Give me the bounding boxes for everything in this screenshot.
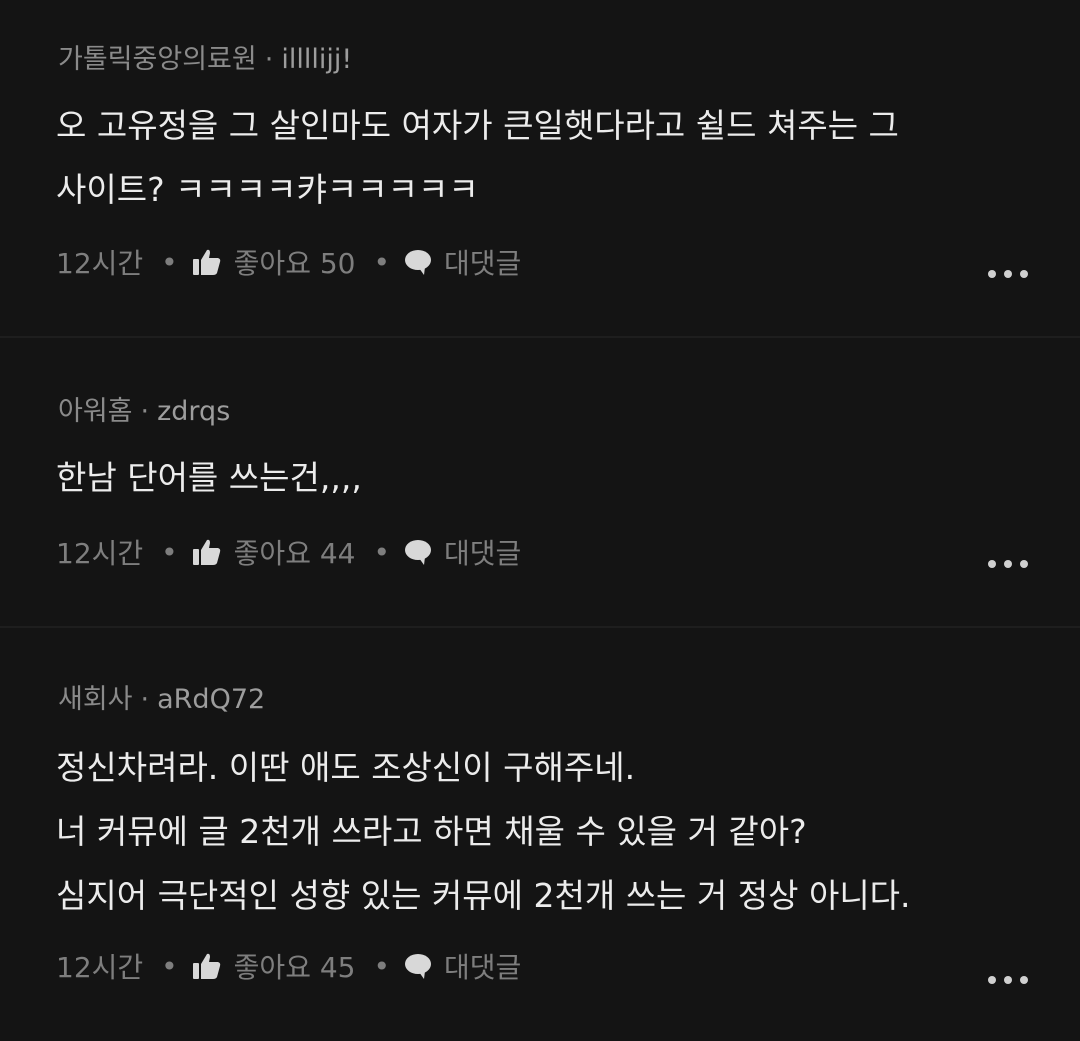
more-dots-icon[interactable]	[988, 974, 1028, 986]
comment-meta: 아워홈 · zdrqs	[58, 394, 230, 430]
speech-bubble-icon[interactable]	[404, 538, 432, 566]
meta-separator: ·	[140, 684, 150, 715]
like-count[interactable]: 좋아요 45	[234, 946, 356, 986]
more-dots-icon[interactable]	[988, 558, 1028, 570]
timestamp: 12시간	[56, 537, 144, 570]
timestamp: 12시간	[56, 951, 144, 984]
username[interactable]: illllijj!	[281, 44, 352, 75]
username[interactable]: zdrqs	[157, 396, 230, 427]
community-name[interactable]: 아워홈	[58, 396, 133, 427]
comment-item: 가톨릭중앙의료원 · illllijj! 오 고유정을 그 살인마도 여자가 큰일햇…	[0, 0, 1080, 336]
action-separator: •	[161, 949, 178, 983]
comment-actions: 12시간 • 좋아요 44 • 대댓글	[56, 532, 521, 572]
meta-separator: ·	[140, 396, 150, 427]
action-separator: •	[161, 245, 178, 279]
username[interactable]: aRdQ72	[157, 684, 265, 715]
comment-item: 아워홈 · zdrqs 한남 단어를 쓰는건,,,, 12시간 • 좋아요 44 •…	[0, 338, 1080, 626]
comment-item: 새회사 · aRdQ72 정신차려라. 이딴 애도 조상신이 구해주네. 너 커뮤에…	[0, 628, 1080, 1041]
comment-meta: 가톨릭중앙의료원 · illllijj!	[58, 42, 352, 78]
speech-bubble-icon[interactable]	[404, 248, 432, 276]
comment-meta: 새회사 · aRdQ72	[58, 682, 265, 718]
thumbs-up-icon[interactable]	[192, 952, 222, 980]
action-separator: •	[373, 535, 390, 569]
comment-text: 오 고유정을 그 살인마도 여자가 큰일햇다라고 쉴드 쳐주는 그 사이트? ㅋ…	[56, 106, 899, 209]
community-name[interactable]: 가톨릭중앙의료원	[58, 44, 257, 75]
action-separator: •	[161, 535, 178, 569]
like-count[interactable]: 좋아요 44	[234, 532, 356, 572]
action-separator: •	[373, 245, 390, 279]
more-dots-icon[interactable]	[988, 268, 1028, 280]
reply-button[interactable]: 대댓글	[444, 946, 521, 986]
action-separator: •	[373, 949, 390, 983]
meta-separator: ·	[264, 44, 274, 75]
speech-bubble-icon[interactable]	[404, 952, 432, 980]
like-count[interactable]: 좋아요 50	[234, 242, 356, 282]
reply-button[interactable]: 대댓글	[444, 532, 521, 572]
thumbs-up-icon[interactable]	[192, 248, 222, 276]
comment-text: 한남 단어를 쓰는건,,,,	[56, 458, 362, 497]
comment-text: 정신차려라. 이딴 애도 조상신이 구해주네. 너 커뮤에 글 2천개 쓰라고 …	[56, 748, 911, 915]
timestamp: 12시간	[56, 247, 144, 280]
comment-actions: 12시간 • 좋아요 45 • 대댓글	[56, 946, 521, 986]
reply-button[interactable]: 대댓글	[444, 242, 521, 282]
community-name[interactable]: 새회사	[58, 684, 133, 715]
thumbs-up-icon[interactable]	[192, 538, 222, 566]
comment-actions: 12시간 • 좋아요 50 • 대댓글	[56, 242, 521, 282]
